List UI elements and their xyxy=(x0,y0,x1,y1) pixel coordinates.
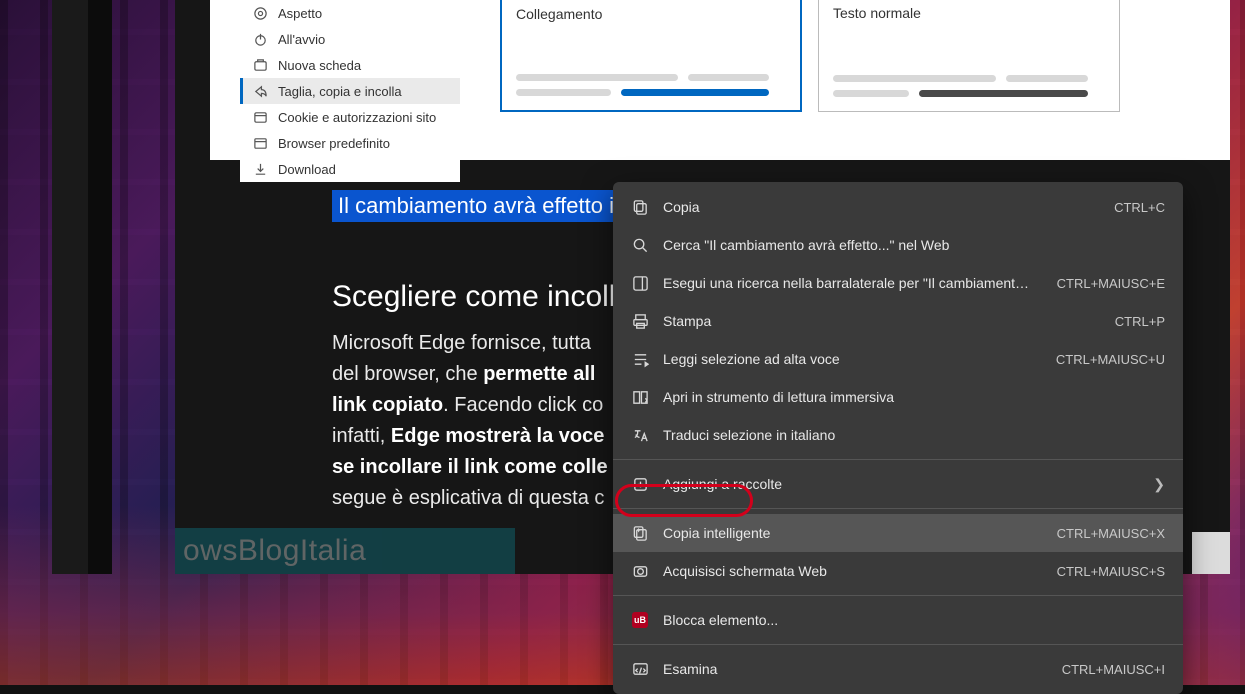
sidebar-item-label: Nuova scheda xyxy=(278,58,361,73)
ctx-label: Apri in strumento di lettura immersiva xyxy=(663,389,1165,405)
power-icon xyxy=(252,31,268,47)
ctx-label: Copia xyxy=(663,199,1088,215)
smart-copy-icon xyxy=(631,524,649,542)
window-frame-strip xyxy=(52,0,88,574)
download-icon xyxy=(252,161,268,177)
share-icon xyxy=(252,83,268,99)
ctx-label: Esegui una ricerca nella barralaterale p… xyxy=(663,275,1031,291)
sidebar-item-cookie[interactable]: Cookie e autorizzazioni sito xyxy=(240,104,460,130)
read-aloud-icon xyxy=(631,350,649,368)
ublock-icon: uB xyxy=(631,611,649,629)
sidebar-item-label: All'avvio xyxy=(278,32,325,47)
inspect-icon xyxy=(631,660,649,678)
print-icon xyxy=(631,312,649,330)
chevron-right-icon: ❯ xyxy=(1153,476,1165,493)
collections-icon xyxy=(631,475,649,493)
sidebar-item-download[interactable]: Download xyxy=(240,156,460,182)
capture-icon xyxy=(631,562,649,580)
window-frame-strip-inner xyxy=(88,0,112,574)
search-icon xyxy=(631,236,649,254)
sidebar-item-taglia-copia-incolla[interactable]: Taglia, copia e incolla xyxy=(240,78,460,104)
tab-icon xyxy=(252,57,268,73)
permissions-icon xyxy=(252,109,268,125)
ctx-shortcut: CTRL+MAIUSC+S xyxy=(1045,564,1165,579)
ctx-translate[interactable]: Traduci selezione in italiano xyxy=(613,416,1183,454)
ctx-label: Blocca elemento... xyxy=(663,612,1165,628)
ctx-label: Traduci selezione in italiano xyxy=(663,427,1165,443)
context-menu-separator xyxy=(613,508,1183,509)
ctx-label: Esamina xyxy=(663,661,1036,677)
window-icon xyxy=(252,135,268,151)
selected-text-highlight[interactable]: Il cambiamento avrà effetto im xyxy=(332,190,638,222)
appearance-icon xyxy=(252,5,268,21)
ctx-shortcut: CTRL+MAIUSC+U xyxy=(1044,352,1165,367)
option-title: Testo normale xyxy=(833,5,1105,21)
ctx-shortcut: CTRL+MAIUSC+I xyxy=(1050,662,1165,677)
ctx-shortcut: CTRL+MAIUSC+E xyxy=(1045,276,1165,291)
ctx-label: Stampa xyxy=(663,313,1089,329)
ctx-shortcut: CTRL+MAIUSC+X xyxy=(1045,526,1165,541)
context-menu-separator xyxy=(613,644,1183,645)
sidebar-item-label: Taglia, copia e incolla xyxy=(278,84,402,99)
scrollbar-fragment[interactable] xyxy=(1192,532,1230,574)
ctx-smart-copy[interactable]: Copia intelligente CTRL+MAIUSC+X xyxy=(613,514,1183,552)
ctx-label: Cerca "Il cambiamento avrà effetto..." n… xyxy=(663,237,1165,253)
ctx-sidebar-search[interactable]: Esegui una ricerca nella barralaterale p… xyxy=(613,264,1183,302)
ctx-shortcut: CTRL+C xyxy=(1102,200,1165,215)
ctx-inspect[interactable]: Esamina CTRL+MAIUSC+I xyxy=(613,650,1183,688)
option-title: Collegamento xyxy=(516,6,786,22)
sidebar-item-label: Aspetto xyxy=(278,6,322,21)
ctx-search-web[interactable]: Cerca "Il cambiamento avrà effetto..." n… xyxy=(613,226,1183,264)
translate-icon xyxy=(631,426,649,444)
sidebar-search-icon xyxy=(631,274,649,292)
sidebar-item-nuova-scheda[interactable]: Nuova scheda xyxy=(240,52,460,78)
ctx-add-collections[interactable]: Aggiungi a raccolte ❯ xyxy=(613,465,1183,503)
ctx-label: Acquisisci schermata Web xyxy=(663,563,1031,579)
context-menu: Copia CTRL+C Cerca "Il cambiamento avrà … xyxy=(613,182,1183,694)
sidebar-item-avvio[interactable]: All'avvio xyxy=(240,26,460,52)
ctx-print[interactable]: Stampa CTRL+P xyxy=(613,302,1183,340)
context-menu-separator xyxy=(613,459,1183,460)
context-menu-separator xyxy=(613,595,1183,596)
watermark-logo: owsBlogItalia xyxy=(175,528,515,574)
sidebar-item-browser-predefinito[interactable]: Browser predefinito xyxy=(240,130,460,156)
option-testo-normale[interactable]: Testo normale xyxy=(818,0,1120,112)
immersive-reader-icon xyxy=(631,388,649,406)
paste-format-options: Collegamento Testo normale xyxy=(500,0,1120,112)
copy-icon xyxy=(631,198,649,216)
settings-sidebar: Aspetto All'avvio Nuova scheda Taglia, c… xyxy=(240,0,460,182)
ctx-ublock-block[interactable]: uB Blocca elemento... xyxy=(613,601,1183,639)
ctx-web-capture[interactable]: Acquisisci schermata Web CTRL+MAIUSC+S xyxy=(613,552,1183,590)
sidebar-item-aspetto[interactable]: Aspetto xyxy=(240,0,460,26)
ctx-label: Copia intelligente xyxy=(663,525,1031,541)
ctx-immersive-reader[interactable]: Apri in strumento di lettura immersiva xyxy=(613,378,1183,416)
ctx-shortcut: CTRL+P xyxy=(1103,314,1165,329)
ctx-copy[interactable]: Copia CTRL+C xyxy=(613,188,1183,226)
ctx-label: Aggiungi a raccolte xyxy=(663,476,1139,492)
sidebar-item-label: Cookie e autorizzazioni sito xyxy=(278,110,436,125)
sidebar-item-label: Download xyxy=(278,162,336,177)
ctx-label: Leggi selezione ad alta voce xyxy=(663,351,1030,367)
option-collegamento[interactable]: Collegamento xyxy=(500,0,802,112)
sidebar-item-label: Browser predefinito xyxy=(278,136,390,151)
ctx-read-aloud[interactable]: Leggi selezione ad alta voce CTRL+MAIUSC… xyxy=(613,340,1183,378)
